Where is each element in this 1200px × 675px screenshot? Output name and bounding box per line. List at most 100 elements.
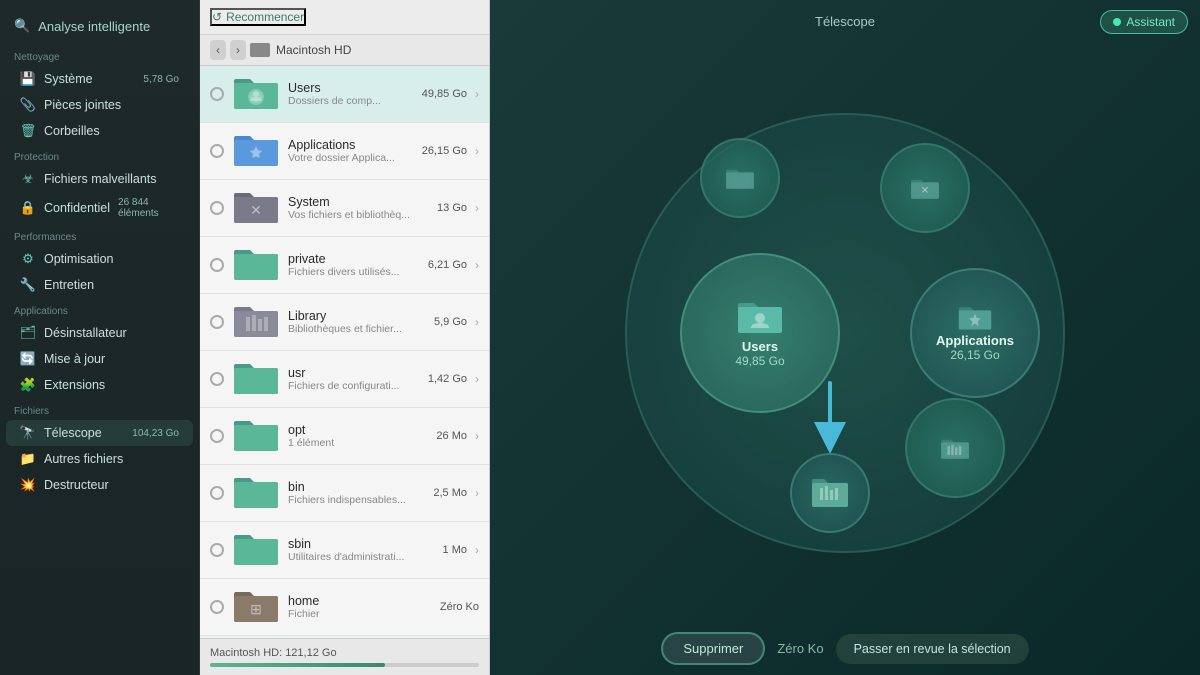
file-radio-opt[interactable] bbox=[210, 429, 224, 443]
file-size-home: Zéro Ko bbox=[440, 601, 479, 613]
sidebar-item-pieces-jointes[interactable]: 📎 Pièces jointes bbox=[6, 92, 193, 118]
folder-icon-users bbox=[232, 73, 280, 111]
file-name-library: Library bbox=[288, 309, 426, 323]
file-item-private[interactable]: private Fichiers divers utilisés... 6,21… bbox=[200, 237, 489, 294]
sidebar-item-autres-fichiers[interactable]: 📁 Autres fichiers bbox=[6, 446, 193, 472]
file-info-opt: opt 1 élément bbox=[288, 423, 428, 449]
file-item-users[interactable]: Users Dossiers de comp... 49,85 Go › bbox=[200, 66, 489, 123]
file-radio-home[interactable] bbox=[210, 600, 224, 614]
section-applications: Applications bbox=[0, 298, 199, 320]
review-button[interactable]: Passer en revue la sélection bbox=[836, 634, 1029, 664]
back-button[interactable]: ‹ bbox=[210, 40, 226, 60]
svg-text:⊞: ⊞ bbox=[250, 601, 262, 617]
file-desc-applications: Votre dossier Applica... bbox=[288, 152, 414, 164]
file-name-users: Users bbox=[288, 81, 414, 95]
node-apps-label: Applications bbox=[936, 333, 1014, 349]
sidebar-item-desinstallateur[interactable]: 🗂 Désinstallateur bbox=[6, 320, 193, 346]
extensions-icon: 🧩 bbox=[20, 377, 36, 393]
sidebar-item-entretien[interactable]: 🔧 Entretien bbox=[6, 272, 193, 298]
file-size-users: 49,85 Go bbox=[422, 88, 467, 100]
file-name-sbin: sbin bbox=[288, 537, 435, 551]
file-desc-home: Fichier bbox=[288, 608, 432, 620]
chevron-applications: › bbox=[475, 144, 479, 158]
file-list: Users Dossiers de comp... 49,85 Go › App… bbox=[200, 66, 489, 638]
node-applications[interactable]: Applications 26,15 Go bbox=[910, 268, 1040, 398]
file-desc-usr: Fichiers de configurati... bbox=[288, 380, 420, 392]
extensions-label: Extensions bbox=[44, 378, 179, 392]
delete-target-circle bbox=[790, 453, 870, 533]
file-radio-system[interactable] bbox=[210, 201, 224, 215]
sidebar-item-confidentiel[interactable]: 🔒 Confidentiel 26 844 éléments bbox=[6, 192, 193, 224]
forward-button[interactable]: › bbox=[230, 40, 246, 60]
section-performances: Performances bbox=[0, 224, 199, 246]
storage-label: Macintosh HD: 121,12 Go bbox=[210, 647, 337, 659]
file-item-library[interactable]: Library Bibliothèques et fichier... 5,9 … bbox=[200, 294, 489, 351]
file-item-home[interactable]: ⊞ home Fichier Zéro Ko bbox=[200, 579, 489, 636]
folder-icon-private bbox=[232, 244, 280, 282]
file-radio-usr[interactable] bbox=[210, 372, 224, 386]
file-size-usr: 1,42 Go bbox=[428, 373, 467, 385]
sidebar-header[interactable]: 🔍 Analyse intelligente bbox=[0, 12, 199, 44]
file-item-opt[interactable]: opt 1 élément 26 Mo › bbox=[200, 408, 489, 465]
restart-button[interactable]: ↺ Recommencer bbox=[210, 8, 306, 26]
sidebar-item-mise-a-jour[interactable]: 🔄 Mise à jour bbox=[6, 346, 193, 372]
hd-icon bbox=[250, 43, 270, 57]
confidentiel-badge: 26 844 éléments bbox=[118, 197, 179, 219]
node-users-label: Users bbox=[742, 339, 778, 355]
file-desc-opt: 1 élément bbox=[288, 437, 428, 449]
folder-icon-sbin bbox=[232, 529, 280, 567]
optimisation-label: Optimisation bbox=[44, 252, 179, 266]
chevron-library: › bbox=[475, 315, 479, 329]
file-desc-bin: Fichiers indispensables... bbox=[288, 494, 425, 506]
file-item-system[interactable]: ✕ System Vos fichiers et bibliothèq... 1… bbox=[200, 180, 489, 237]
sidebar-item-extensions[interactable]: 🧩 Extensions bbox=[6, 372, 193, 398]
file-radio-library[interactable] bbox=[210, 315, 224, 329]
node-folder2[interactable] bbox=[700, 138, 780, 218]
apps-folder-icon bbox=[957, 303, 993, 331]
library-target-icon bbox=[810, 473, 850, 513]
file-desc-system: Vos fichiers et bibliothèq... bbox=[288, 209, 429, 221]
file-item-usr[interactable]: usr Fichiers de configurati... 1,42 Go › bbox=[200, 351, 489, 408]
file-desc-private: Fichiers divers utilisés... bbox=[288, 266, 420, 278]
file-info-home: home Fichier bbox=[288, 594, 432, 620]
sidebar-item-optimisation[interactable]: ⚙ Optimisation bbox=[6, 246, 193, 272]
assistant-label: Assistant bbox=[1126, 15, 1175, 29]
library-folder-icon bbox=[939, 436, 971, 460]
node-system[interactable]: ✕ bbox=[880, 143, 970, 233]
sidebar-item-corbeilles[interactable]: 🗑 Corbeilles bbox=[6, 118, 193, 144]
file-radio-private[interactable] bbox=[210, 258, 224, 272]
file-size-private: 6,21 Go bbox=[428, 259, 467, 271]
file-radio-applications[interactable] bbox=[210, 144, 224, 158]
file-name-private: private bbox=[288, 252, 420, 266]
node-users-size: 49,85 Go bbox=[735, 354, 784, 368]
folder-icon-usr bbox=[232, 358, 280, 396]
arrow-icon bbox=[790, 378, 870, 458]
file-radio-bin[interactable] bbox=[210, 486, 224, 500]
folder-icon-bin bbox=[232, 472, 280, 510]
sidebar-item-systeme[interactable]: 💾 Système 5,78 Go bbox=[6, 66, 193, 92]
file-toolbar: ↺ Recommencer bbox=[200, 0, 489, 35]
file-item-applications[interactable]: Applications Votre dossier Applica... 26… bbox=[200, 123, 489, 180]
restart-label: Recommencer bbox=[226, 10, 304, 24]
analyse-icon: 🔍 bbox=[14, 18, 30, 34]
users-folder-icon bbox=[736, 297, 784, 335]
file-item-bin[interactable]: bin Fichiers indispensables... 2,5 Mo › bbox=[200, 465, 489, 522]
assistant-button[interactable]: Assistant bbox=[1100, 10, 1188, 34]
sidebar-item-fichiers-malveillants[interactable]: ☣ Fichiers malveillants bbox=[6, 166, 193, 192]
desinstallateur-icon: 🗂 bbox=[20, 325, 36, 341]
file-size-applications: 26,15 Go bbox=[422, 145, 467, 157]
sidebar-item-destructeur[interactable]: 💥 Destructeur bbox=[6, 472, 193, 498]
file-item-sbin[interactable]: sbin Utilitaires d'administrati... 1 Mo … bbox=[200, 522, 489, 579]
viz-panel: Télescope Assistant Users 49,85 Go bbox=[490, 0, 1200, 675]
node-library[interactable] bbox=[905, 398, 1005, 498]
delete-button[interactable]: Supprimer bbox=[661, 632, 765, 665]
file-radio-sbin[interactable] bbox=[210, 543, 224, 557]
autres-fichiers-icon: 📁 bbox=[20, 451, 36, 467]
folder-icon-applications bbox=[232, 130, 280, 168]
folder-icon-opt bbox=[232, 415, 280, 453]
folder-icon-library bbox=[232, 301, 280, 339]
file-radio-users[interactable] bbox=[210, 87, 224, 101]
circle-visualization: Users 49,85 Go Applications 26,15 Go ✕ bbox=[595, 113, 1095, 553]
sidebar-item-telescope[interactable]: 🔭 Télescope 104,23 Go bbox=[6, 420, 193, 446]
file-size-sbin: 1 Mo bbox=[443, 544, 467, 556]
